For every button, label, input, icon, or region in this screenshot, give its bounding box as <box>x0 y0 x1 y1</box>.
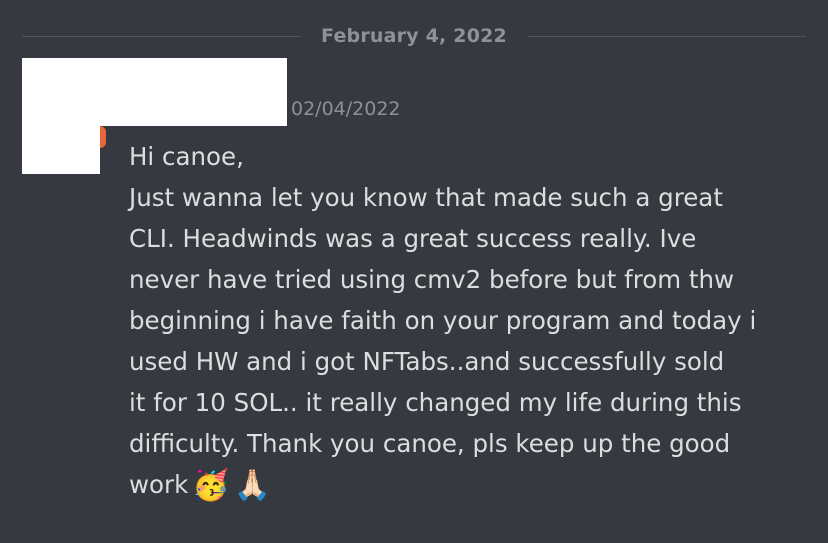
message-line: never have tried using cmv2 before but f… <box>129 265 735 294</box>
message-line: beginning i have faith on your program a… <box>129 306 757 335</box>
message-timestamp: 02/04/2022 <box>291 98 401 120</box>
message-line: Hi canoe, <box>129 142 244 171</box>
praying-hands-icon: 🙏🏻 <box>233 468 272 503</box>
avatar-edge <box>100 126 106 148</box>
date-divider-label: February 4, 2022 <box>321 25 507 47</box>
message-line: work <box>129 470 189 499</box>
redacted-username <box>22 58 287 126</box>
message-line: difficulty. Thank you canoe, pls keep up… <box>129 429 731 458</box>
message-line: it for 10 SOL.. it really changed my lif… <box>129 388 742 417</box>
divider-line-right <box>526 35 807 37</box>
message-line: CLI. Headwinds was a great success reall… <box>129 224 697 253</box>
message-line: Just wanna let you know that made such a… <box>129 183 723 212</box>
message-last-line: work 🥳 🙏🏻 <box>129 464 809 505</box>
message-body: Hi canoe, Just wanna let you know that m… <box>129 136 809 505</box>
redacted-avatar <box>22 118 100 174</box>
date-divider: February 4, 2022 <box>22 22 807 50</box>
party-face-icon: 🥳 <box>192 468 230 503</box>
divider-line-left <box>22 35 302 37</box>
message-line: used HW and i got NFTabs..and successful… <box>129 347 725 376</box>
